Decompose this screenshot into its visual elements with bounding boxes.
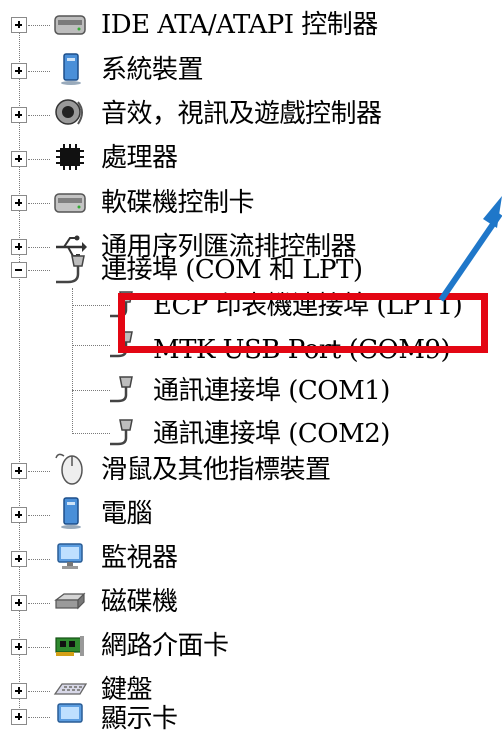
- annotation-arrow: [438, 196, 502, 302]
